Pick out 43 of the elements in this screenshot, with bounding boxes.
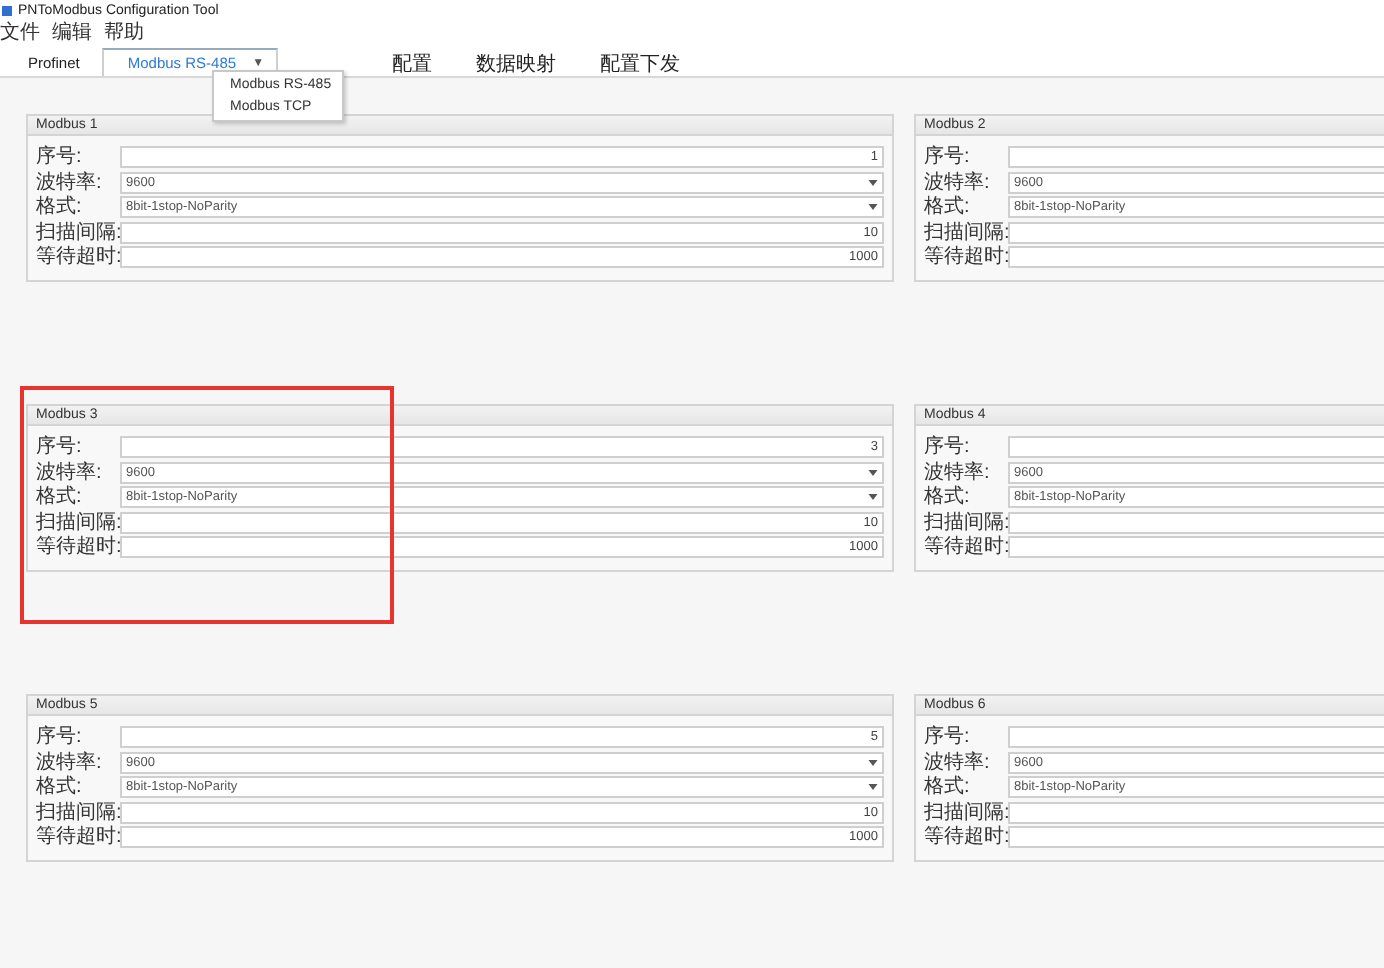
caret-icon: [868, 204, 878, 210]
field-label: 扫描间隔:: [36, 801, 120, 823]
caret-icon: [868, 784, 878, 790]
field-label: 等待超时:: [36, 246, 120, 268]
field-label: 扫描间隔:: [36, 221, 120, 243]
field-label: 波特率:: [36, 171, 104, 193]
field-label: 序号:: [924, 146, 972, 168]
field-label: 扫描间隔:: [924, 801, 1008, 823]
field-label: 等待超时:: [924, 536, 1008, 558]
menu-item[interactable]: 帮助: [104, 22, 144, 44]
field-label: 波特率:: [924, 171, 992, 193]
field-label: 格式:: [36, 486, 84, 508]
field-label: 波特率:: [36, 461, 104, 483]
field-label: 等待超时:: [924, 826, 1008, 848]
field-label: 格式:: [924, 776, 972, 798]
field-label: 扫描间隔:: [924, 221, 1008, 243]
menu-item[interactable]: 文件: [0, 22, 40, 44]
caret-icon: [868, 759, 878, 765]
field-label: 序号:: [924, 436, 972, 458]
field-label: 扫描间隔:: [924, 511, 1008, 533]
field-label: 等待超时:: [924, 246, 1008, 268]
caret-icon: [868, 494, 878, 500]
field-label: 格式:: [36, 196, 84, 218]
field-label: 序号:: [36, 146, 84, 168]
tab[interactable]: 配置: [278, 48, 455, 76]
tab[interactable]: 数据映射: [454, 48, 579, 76]
field-label: 等待超时:: [36, 826, 120, 848]
field-label: 波特率:: [924, 751, 992, 773]
caret-icon: [868, 179, 878, 185]
tab[interactable]: 配置下发: [578, 48, 703, 76]
field-label: 波特率:: [924, 461, 992, 483]
field-label: 格式:: [36, 776, 84, 798]
caret-icon: [868, 469, 878, 475]
field-label: 格式:: [924, 196, 972, 218]
field-label: 序号:: [36, 436, 84, 458]
field-label: 格式:: [924, 486, 972, 508]
app-icon: [2, 6, 12, 16]
field-label: 扫描间隔:: [36, 511, 120, 533]
field-label: 序号:: [36, 726, 84, 748]
field-label: 波特率:: [36, 751, 104, 773]
menu-item[interactable]: 编辑: [52, 22, 92, 44]
field-label: 序号:: [924, 726, 972, 748]
field-label: 等待超时:: [36, 536, 120, 558]
